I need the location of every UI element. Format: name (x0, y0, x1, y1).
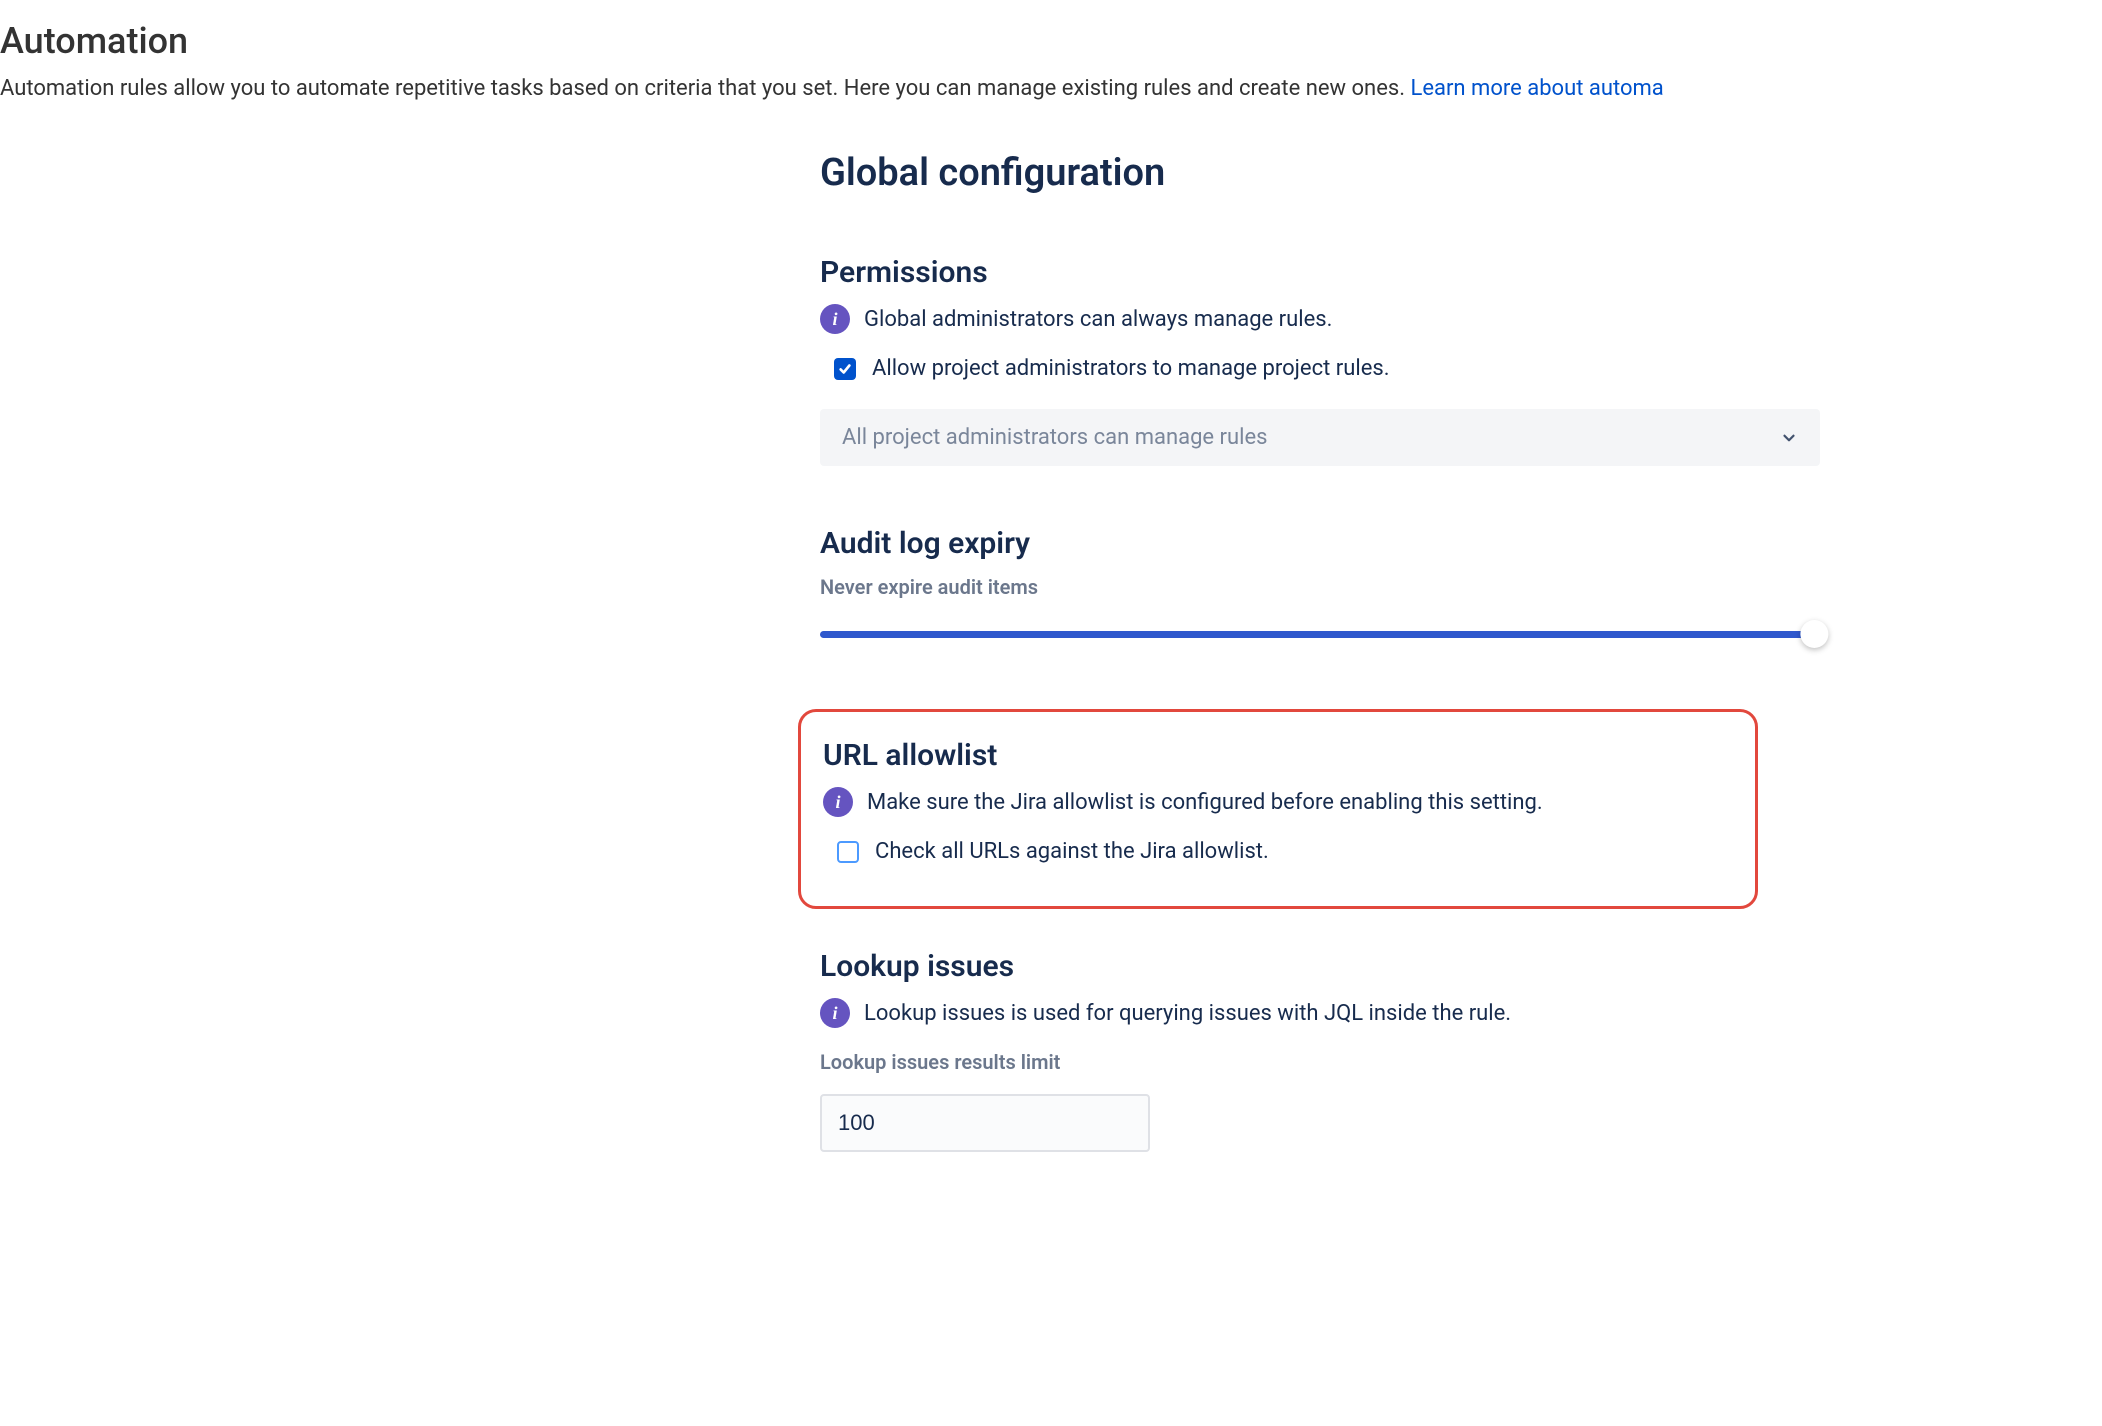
global-config-title: Global configuration (820, 151, 1820, 195)
info-icon: i (820, 304, 850, 334)
page-title: Automation (0, 20, 2102, 62)
allow-project-admins-checkbox-row[interactable]: Allow project administrators to manage p… (834, 356, 1820, 381)
chevron-down-icon (1780, 429, 1798, 447)
url-allowlist-info-text: Make sure the Jira allowlist is configur… (867, 790, 1543, 815)
slider-thumb[interactable] (1800, 620, 1828, 648)
audit-slider-label: Never expire audit items (820, 575, 1820, 599)
learn-more-link[interactable]: Learn more about automa (1410, 76, 1663, 101)
lookup-title: Lookup issues (820, 949, 1820, 984)
url-allowlist-highlight: URL allowlist i Make sure the Jira allow… (798, 709, 1758, 909)
dropdown-value: All project administrators can manage ru… (842, 425, 1268, 450)
check-urls-label: Check all URLs against the Jira allowlis… (875, 839, 1269, 864)
info-icon: i (820, 998, 850, 1028)
audit-expiry-slider[interactable] (820, 619, 1820, 649)
info-icon: i (823, 787, 853, 817)
lookup-info-row: i Lookup issues is used for querying iss… (820, 998, 1820, 1028)
lookup-limit-label: Lookup issues results limit (820, 1050, 1820, 1074)
audit-section: Audit log expiry Never expire audit item… (820, 526, 1820, 649)
slider-track (820, 631, 1820, 638)
url-allowlist-info-row: i Make sure the Jira allowlist is config… (823, 787, 1733, 817)
audit-title: Audit log expiry (820, 526, 1820, 561)
description-text: Automation rules allow you to automate r… (0, 76, 1410, 101)
permissions-info-row: i Global administrators can always manag… (820, 304, 1820, 334)
lookup-section: Lookup issues i Lookup issues is used fo… (820, 949, 1820, 1152)
permissions-section: Permissions i Global administrators can … (820, 255, 1820, 466)
url-allowlist-title: URL allowlist (823, 738, 1733, 773)
lookup-limit-input[interactable] (820, 1094, 1150, 1152)
checkbox-checked-icon[interactable] (834, 358, 856, 380)
lookup-info-text: Lookup issues is used for querying issue… (864, 1001, 1511, 1026)
allow-project-admins-label: Allow project administrators to manage p… (872, 356, 1390, 381)
project-admin-scope-dropdown[interactable]: All project administrators can manage ru… (820, 409, 1820, 466)
permissions-info-text: Global administrators can always manage … (864, 307, 1332, 332)
checkbox-unchecked-icon[interactable] (837, 841, 859, 863)
page-description: Automation rules allow you to automate r… (0, 76, 2102, 101)
permissions-title: Permissions (820, 255, 1820, 290)
check-urls-checkbox-row[interactable]: Check all URLs against the Jira allowlis… (837, 839, 1733, 864)
